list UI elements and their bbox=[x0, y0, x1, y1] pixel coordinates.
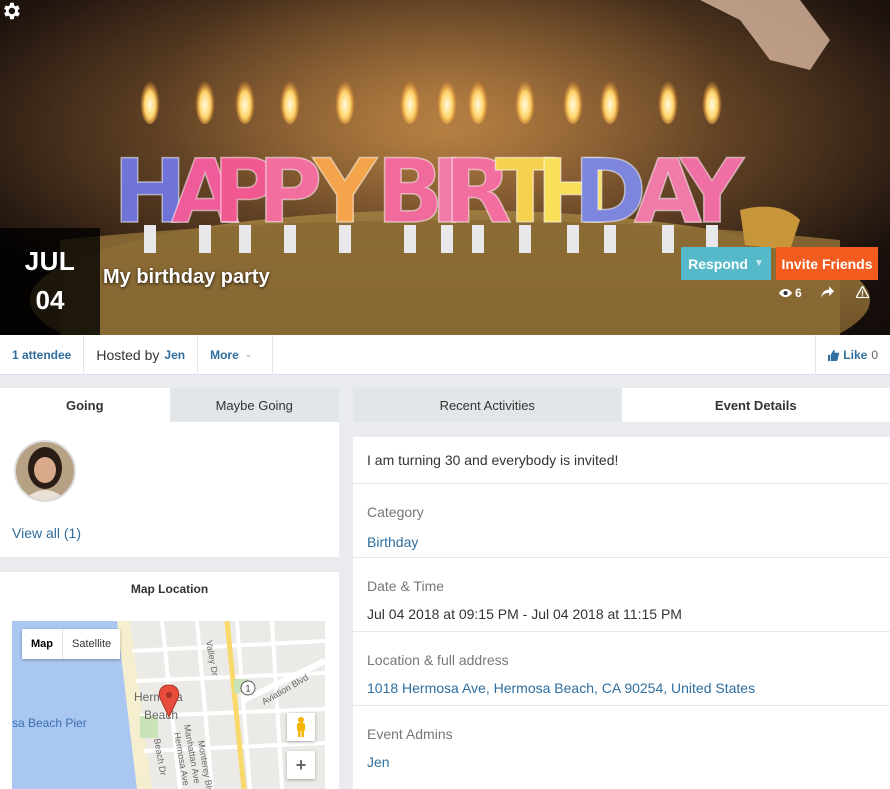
tab-maybe-going[interactable]: Maybe Going bbox=[169, 388, 339, 422]
map-view[interactable]: 1 Hermosa Beach sa Beach Pier Valley Dr … bbox=[12, 621, 325, 789]
datetime-row: Date & Time Jul 04 2018 at 09:15 PM - Ju… bbox=[353, 558, 890, 632]
event-title: My birthday party bbox=[103, 266, 270, 288]
map-type-satellite[interactable]: Satellite bbox=[63, 629, 120, 659]
event-day: 04 bbox=[35, 285, 65, 315]
host-link[interactable]: Jen bbox=[164, 348, 185, 362]
report-button[interactable] bbox=[856, 286, 869, 298]
user-photo bbox=[16, 442, 74, 500]
more-label: More bbox=[210, 347, 239, 362]
attendance-panel: Going Maybe Going View all (1) bbox=[0, 388, 339, 557]
warning-icon bbox=[856, 286, 869, 298]
location-label: Location & full address bbox=[367, 652, 509, 668]
category-row: Category Birthday bbox=[353, 484, 890, 558]
like-button[interactable]: Like 0 bbox=[815, 335, 890, 375]
eye-icon bbox=[779, 288, 792, 298]
tab-recent-activities[interactable]: Recent Activities bbox=[353, 388, 622, 422]
hosted-by: Hosted by Jen bbox=[84, 334, 199, 375]
datetime-label: Date & Time bbox=[367, 578, 445, 594]
map-panel: Map Location 1 Hermosa Beach sa Beach Pi… bbox=[0, 572, 339, 789]
respond-button[interactable]: Respond ▼ bbox=[681, 247, 771, 280]
tab-event-details[interactable]: Event Details bbox=[621, 388, 890, 422]
invite-friends-button[interactable]: Invite Friends bbox=[776, 247, 878, 280]
attendance-tabs: Going Maybe Going bbox=[0, 388, 339, 422]
zoom-in-button[interactable]: + bbox=[287, 751, 315, 779]
view-all-attendees-link[interactable]: View all (1) bbox=[12, 525, 81, 541]
svg-text:Y: Y bbox=[312, 140, 378, 243]
category-label: Category bbox=[367, 504, 424, 520]
event-description-row: I am turning 30 and everybody is invited… bbox=[353, 437, 890, 484]
avatar[interactable] bbox=[14, 440, 76, 502]
admins-row: Event Admins Jen bbox=[353, 706, 890, 786]
event-details: I am turning 30 and everybody is invited… bbox=[353, 437, 890, 789]
admins-label: Event Admins bbox=[367, 726, 453, 742]
map-place-pier: sa Beach Pier bbox=[12, 716, 87, 730]
svg-text:Y: Y bbox=[679, 140, 745, 243]
attendee-count: 1 attendee bbox=[12, 347, 72, 362]
map-type-toggle: Map Satellite bbox=[22, 629, 121, 659]
event-month: JUL bbox=[24, 246, 76, 276]
like-count: 0 bbox=[871, 348, 878, 362]
event-description: I am turning 30 and everybody is invited… bbox=[367, 452, 619, 468]
gear-icon[interactable] bbox=[0, 0, 22, 22]
location-link[interactable]: 1018 Hermosa Ave, Hermosa Beach, CA 9025… bbox=[367, 680, 876, 696]
respond-label: Respond bbox=[688, 255, 748, 272]
hosted-by-label: Hosted by bbox=[96, 346, 160, 363]
admin-link[interactable]: Jen bbox=[367, 754, 876, 770]
pegman-icon bbox=[297, 717, 305, 737]
attendees-link[interactable]: 1 attendee bbox=[0, 334, 85, 375]
thumbs-up-icon bbox=[828, 349, 840, 361]
share-icon bbox=[821, 286, 834, 298]
event-tabs: Recent Activities Event Details bbox=[353, 388, 890, 422]
event-date-badge: JUL 04 bbox=[0, 228, 100, 335]
location-row: Location & full address 1018 Hermosa Ave… bbox=[353, 632, 890, 706]
tab-going[interactable]: Going bbox=[0, 388, 170, 422]
share-button[interactable] bbox=[821, 286, 834, 298]
event-tabs-panel: Recent Activities Event Details bbox=[353, 388, 890, 422]
street-view-pegman-icon[interactable] bbox=[287, 713, 315, 741]
more-menu[interactable]: More ⌄ bbox=[198, 334, 274, 375]
datetime-value: Jul 04 2018 at 09:15 PM - Jul 04 2018 at… bbox=[367, 606, 682, 622]
map-title: Map Location bbox=[130, 582, 209, 596]
chevron-down-icon: ⌄ bbox=[244, 349, 253, 359]
event-info-bar: 1 attendee Hosted by Jen More ⌄ Like 0 bbox=[0, 334, 890, 375]
category-link[interactable]: Birthday bbox=[367, 534, 876, 550]
route-shield: 1 bbox=[245, 684, 250, 694]
chevron-down-icon: ▼ bbox=[753, 258, 764, 269]
views-counter: 6 bbox=[779, 286, 802, 300]
views-count: 6 bbox=[795, 286, 802, 300]
like-label: Like bbox=[843, 348, 868, 362]
map-place-beach: Beach bbox=[144, 708, 178, 722]
map-type-map[interactable]: Map bbox=[22, 629, 63, 659]
